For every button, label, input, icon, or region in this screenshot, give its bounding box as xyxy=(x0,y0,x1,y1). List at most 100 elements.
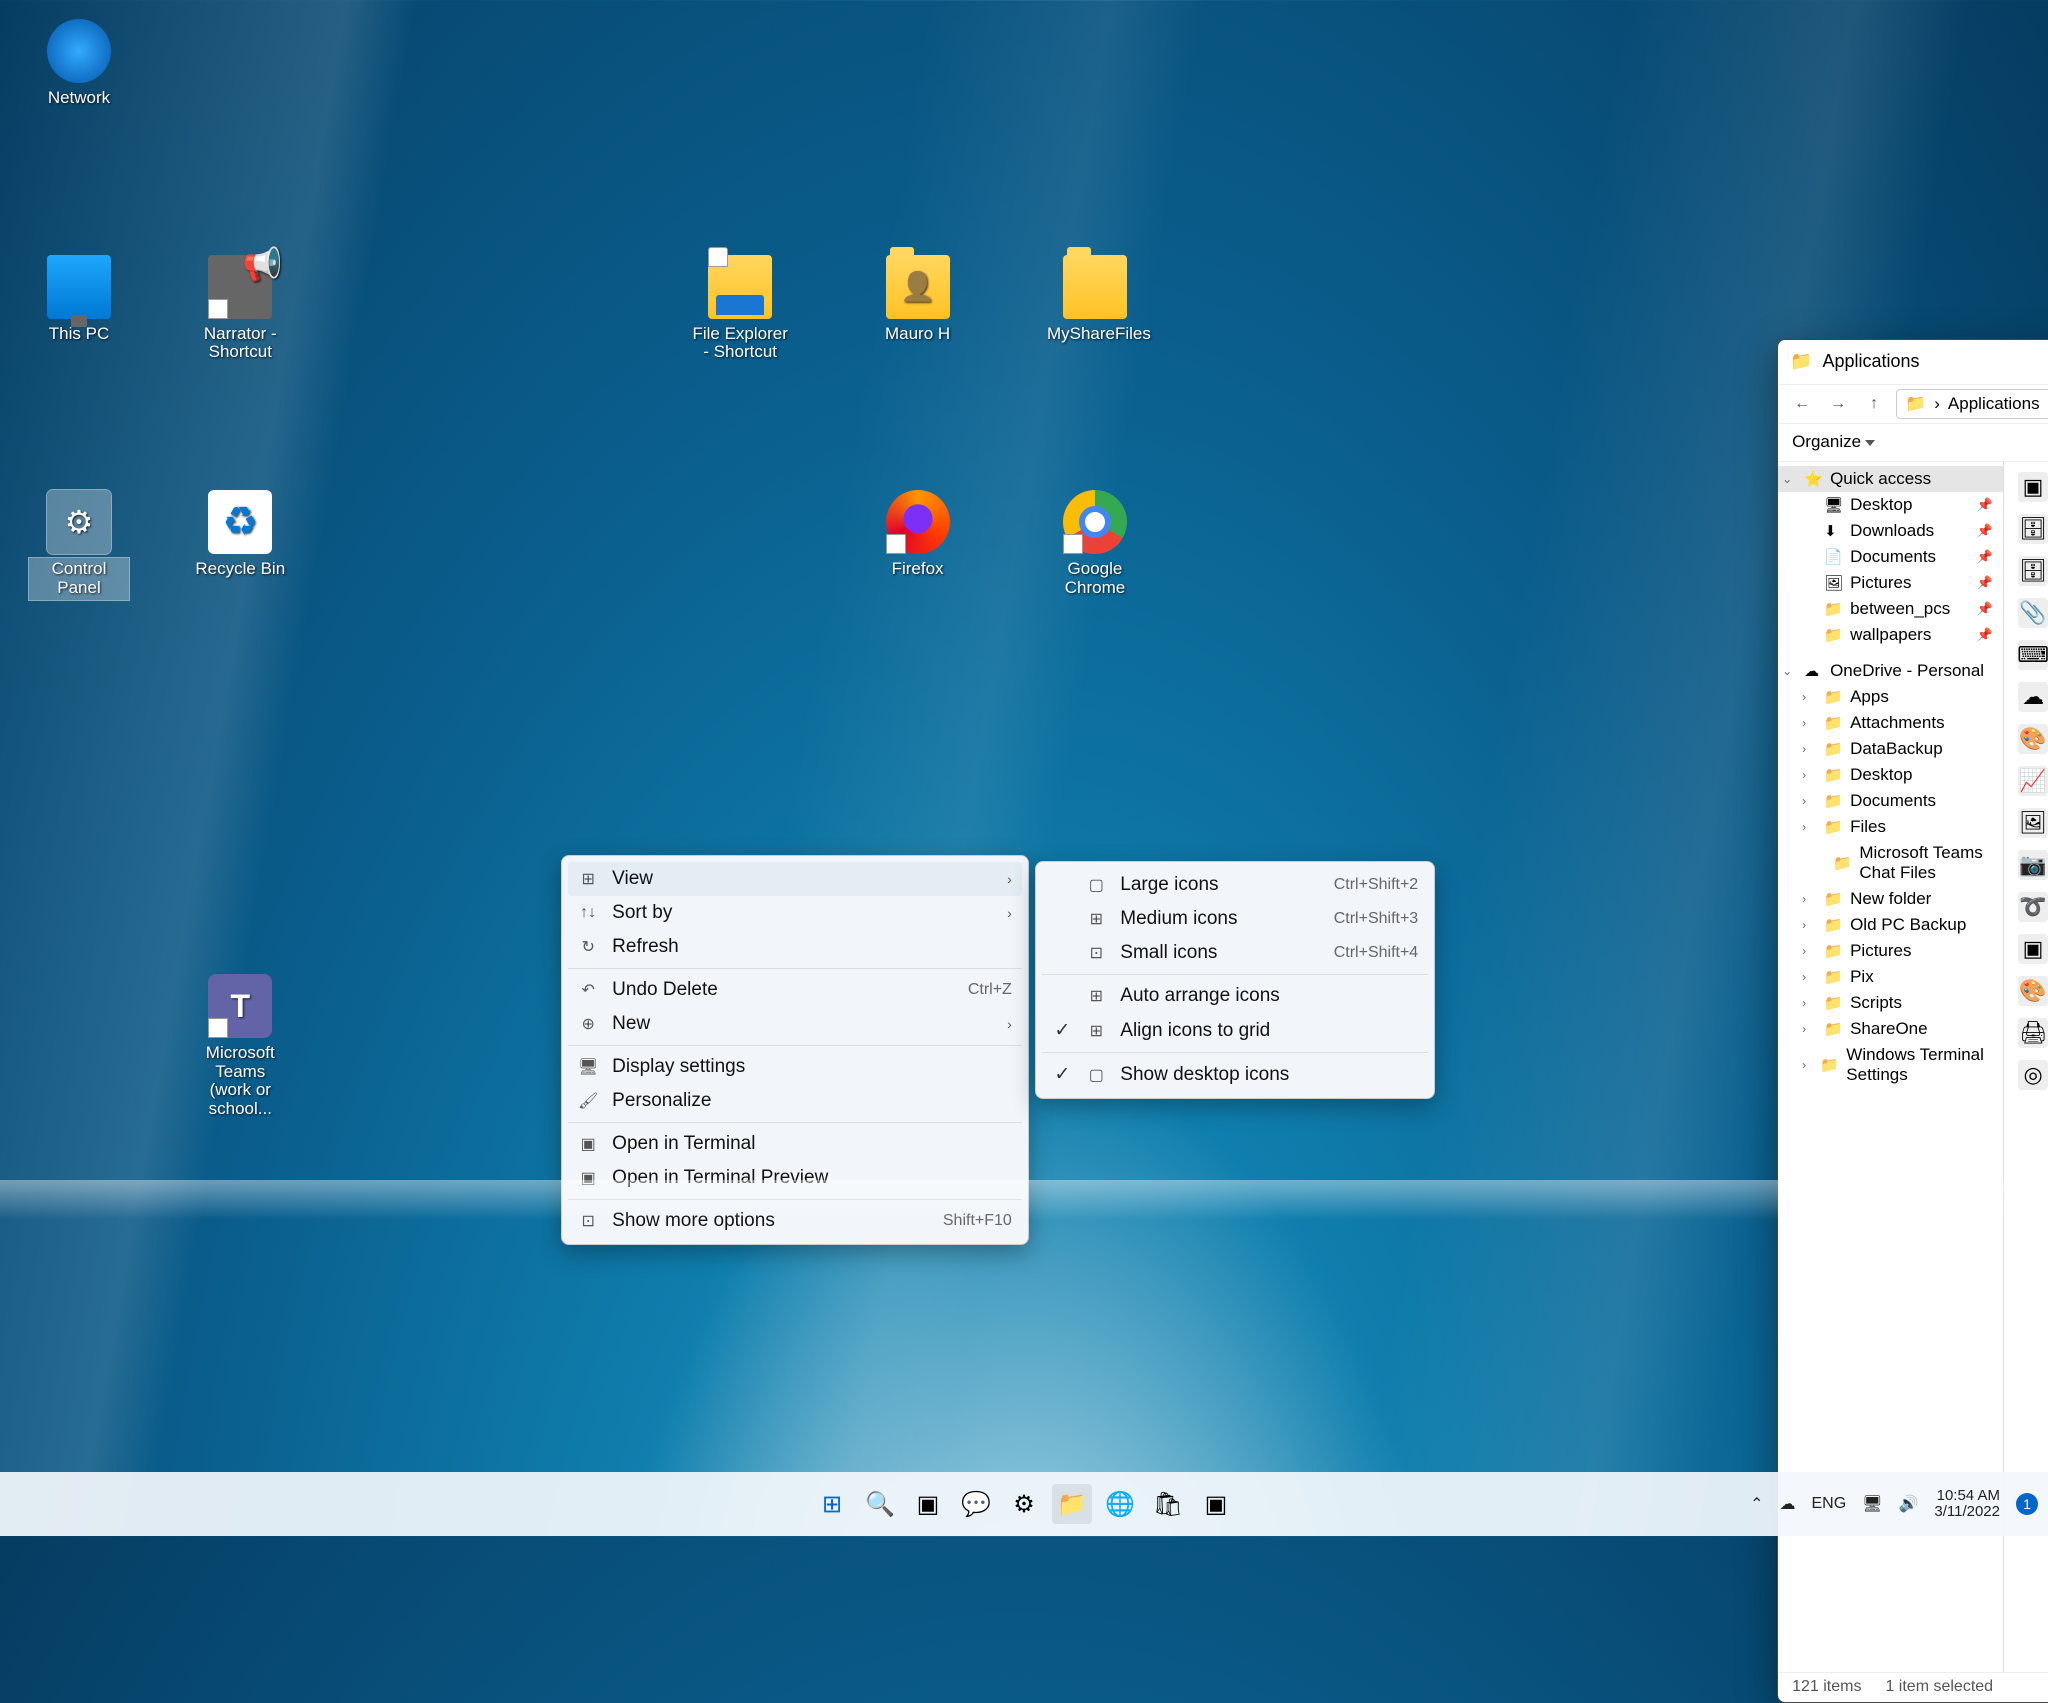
back-button[interactable]: ← xyxy=(1788,390,1816,418)
file-item-picpick[interactable]: 📷PicPick xyxy=(2008,844,2048,886)
menu-item-personalize[interactable]: 🖌Personalize xyxy=(568,1084,1022,1118)
expand-icon[interactable]: › xyxy=(1802,918,1816,932)
desktop-icon-control-panel[interactable]: Control Panel xyxy=(29,490,129,599)
file-item-onedrive[interactable]: ☁OneDrive xyxy=(2008,676,2048,718)
menu-item-view[interactable]: ⊞View› xyxy=(568,862,1022,896)
tree-item-files[interactable]: ›📁Files xyxy=(1778,814,2003,840)
file-item-process-explorer[interactable]: ◎Process Explorer xyxy=(2008,1054,2048,1096)
menu-item-align-icons-to-grid[interactable]: ✓⊞Align icons to grid xyxy=(1042,1013,1428,1048)
desktop-icon-narrator-shortcut[interactable]: Narrator - Shortcut xyxy=(190,255,290,364)
tree-item-desktop[interactable]: ›📁Desktop xyxy=(1778,762,2003,788)
file-item-paint[interactable]: 🎨Paint xyxy=(2008,718,2048,760)
tree-item-new-folder[interactable]: ›📁New folder xyxy=(1778,886,2003,912)
breadcrumb[interactable]: Applications xyxy=(1948,394,2040,414)
expand-icon[interactable]: › xyxy=(1802,716,1816,730)
menu-item-open-in-terminal-preview[interactable]: ▣Open in Terminal Preview xyxy=(568,1161,1022,1195)
tree-item-documents[interactable]: ›📁Documents xyxy=(1778,788,2003,814)
file-item-photos[interactable]: 🖼Photos xyxy=(2008,802,2048,844)
file-item-print-management[interactable]: 🖨Print Management xyxy=(2008,1012,2048,1054)
tree-item-windows-terminal-settings[interactable]: ›📁Windows Terminal Settings xyxy=(1778,1042,2003,1088)
titlebar[interactable]: 📁 Applications — ▢ ✕ xyxy=(1778,340,2048,384)
expand-icon[interactable]: ⌄ xyxy=(1782,472,1796,486)
tree-item-quick-access[interactable]: ⌄⭐Quick access xyxy=(1778,466,2003,492)
menu-item-auto-arrange-icons[interactable]: ⊞Auto arrange icons xyxy=(1042,979,1428,1013)
tree-item-documents[interactable]: 📄Documents📌 xyxy=(1778,544,2003,570)
menu-item-refresh[interactable]: ↻Refresh xyxy=(568,930,1022,964)
expand-icon[interactable]: ⌄ xyxy=(1782,664,1796,678)
desktop-icon-mysharefiles[interactable]: MyShareFiles xyxy=(1045,255,1145,346)
tree-item-onedrive-personal[interactable]: ⌄☁OneDrive - Personal xyxy=(1778,658,2003,684)
tree-item-microsoft-teams-chat-files[interactable]: 📁Microsoft Teams Chat Files xyxy=(1778,840,2003,886)
tree-item-pix[interactable]: ›📁Pix xyxy=(1778,964,2003,990)
desktop-icon-google-chrome[interactable]: Google Chrome xyxy=(1045,490,1145,599)
expand-icon[interactable]: › xyxy=(1802,970,1816,984)
tree-item-scripts[interactable]: ›📁Scripts xyxy=(1778,990,2003,1016)
tray-overflow-icon[interactable]: ⌃ xyxy=(1750,1494,1763,1514)
volume-icon[interactable]: 🔊 xyxy=(1898,1494,1918,1514)
settings-button[interactable]: ⚙ xyxy=(1004,1484,1044,1524)
address-bar[interactable]: 📁 › Applications ⌄ ↻ xyxy=(1896,389,2048,419)
start-button[interactable]: ⊞ xyxy=(812,1484,852,1524)
language-indicator[interactable]: ENG xyxy=(1811,1495,1846,1513)
desktop-icon-firefox[interactable]: Firefox xyxy=(868,490,968,581)
file-item-odbc-data-sources-64-bit-[interactable]: 🗄ODBC Data Sources (64-bit) xyxy=(2008,550,2048,592)
expand-icon[interactable]: › xyxy=(1802,690,1816,704)
menu-item-open-in-terminal[interactable]: ▣Open in Terminal xyxy=(568,1127,1022,1161)
menu-item-sort-by[interactable]: ↑↓Sort by› xyxy=(568,896,1022,930)
file-item-office[interactable]: 📎Office xyxy=(2008,592,2048,634)
menu-item-display-settings[interactable]: 🖥Display settings xyxy=(568,1050,1022,1084)
tree-item-pictures[interactable]: 🖼Pictures📌 xyxy=(1778,570,2003,596)
notification-badge[interactable]: 1 xyxy=(2016,1493,2038,1515)
expand-icon[interactable]: › xyxy=(1802,820,1816,834)
desktop-icon-recycle-bin[interactable]: Recycle Bin xyxy=(190,490,290,581)
desktop-icon-network[interactable]: Network xyxy=(29,19,129,110)
menu-item-small-icons[interactable]: ⊡Small iconsCtrl+Shift+4 xyxy=(1042,936,1428,970)
file-item-on-screen-keyboard[interactable]: ⌨On-Screen Keyboard xyxy=(2008,634,2048,676)
desktop-icon-mauro-h[interactable]: Mauro H xyxy=(868,255,968,346)
expand-icon[interactable]: › xyxy=(1802,1022,1816,1036)
organize-menu[interactable]: Organize xyxy=(1792,432,1875,452)
menu-item-undo-delete[interactable]: ↶Undo DeleteCtrl+Z xyxy=(568,973,1022,1007)
expand-icon[interactable]: › xyxy=(1802,892,1816,906)
desktop-icon-this-pc[interactable]: This PC xyxy=(29,255,129,346)
file-item-performance-monitor[interactable]: 📈Performance Monitor xyxy=(2008,760,2048,802)
file-item-powertoys-preview-[interactable]: 🎨PowerToys (Preview) xyxy=(2008,970,2048,1012)
edge-button[interactable]: 🌐 xyxy=(1100,1484,1140,1524)
tree-item-apps[interactable]: ›📁Apps xyxy=(1778,684,2003,710)
search-button[interactable]: 🔍 xyxy=(860,1484,900,1524)
file-item-power-automate[interactable]: ➰Power Automate xyxy=(2008,886,2048,928)
desktop-icon-file-explorer-shortcut[interactable]: File Explorer - Shortcut xyxy=(690,255,790,364)
expand-icon[interactable]: › xyxy=(1802,742,1816,756)
clock[interactable]: 10:54 AM 3/11/2022 xyxy=(1934,1488,2000,1521)
expand-icon[interactable]: › xyxy=(1802,1058,1812,1072)
taskbar[interactable]: ⊞ 🔍 ▣ 💬 ⚙ 📁 🌐 🛍 ▣ ⌃ ☁ ENG 🖥 🔊 10:54 AM 3… xyxy=(0,1472,2048,1536)
tree-item-old-pc-backup[interactable]: ›📁Old PC Backup xyxy=(1778,912,2003,938)
file-explorer-button[interactable]: 📁 xyxy=(1052,1484,1092,1524)
tree-item-desktop[interactable]: 🖥Desktop📌 xyxy=(1778,492,2003,518)
onedrive-icon[interactable]: ☁ xyxy=(1779,1494,1795,1514)
system-tray[interactable]: ⌃ ☁ ENG 🖥 🔊 10:54 AM 3/11/2022 1 xyxy=(1750,1488,2038,1521)
tree-item-downloads[interactable]: ⬇Downloads📌 xyxy=(1778,518,2003,544)
expand-icon[interactable]: › xyxy=(1802,794,1816,808)
forward-button[interactable]: → xyxy=(1824,390,1852,418)
up-button[interactable]: ↑ xyxy=(1860,390,1888,418)
task-view-button[interactable]: ▣ xyxy=(908,1484,948,1524)
tree-item-pictures[interactable]: ›📁Pictures xyxy=(1778,938,2003,964)
store-button[interactable]: 🛍 xyxy=(1148,1484,1188,1524)
file-item-notmyfault[interactable]: ▣NotMyFault xyxy=(2008,466,2048,508)
terminal-button[interactable]: ▣ xyxy=(1196,1484,1236,1524)
menu-item-new[interactable]: ⊕New› xyxy=(568,1007,1022,1041)
tree-item-shareone[interactable]: ›📁ShareOne xyxy=(1778,1016,2003,1042)
tree-item-databackup[interactable]: ›📁DataBackup xyxy=(1778,736,2003,762)
tree-item-attachments[interactable]: ›📁Attachments xyxy=(1778,710,2003,736)
chat-button[interactable]: 💬 xyxy=(956,1484,996,1524)
tree-item-between-pcs[interactable]: 📁between_pcs📌 xyxy=(1778,596,2003,622)
menu-item-show-more-options[interactable]: ⊡Show more optionsShift+F10 xyxy=(568,1204,1022,1238)
desktop-icon-microsoft-teams-work-or-school-[interactable]: Microsoft Teams (work or school... xyxy=(190,974,290,1121)
menu-item-show-desktop-icons[interactable]: ✓▢Show desktop icons xyxy=(1042,1057,1428,1092)
expand-icon[interactable]: › xyxy=(1802,996,1816,1010)
menu-item-large-icons[interactable]: ▢Large iconsCtrl+Shift+2 xyxy=(1042,868,1428,902)
file-item-odbc-data-sources-32-bit-[interactable]: 🗄ODBC Data Sources (32-bit) xyxy=(2008,508,2048,550)
network-icon[interactable]: 🖥 xyxy=(1862,1494,1882,1514)
file-item-powershell-7-x64-[interactable]: ▣PowerShell 7 (x64) xyxy=(2008,928,2048,970)
